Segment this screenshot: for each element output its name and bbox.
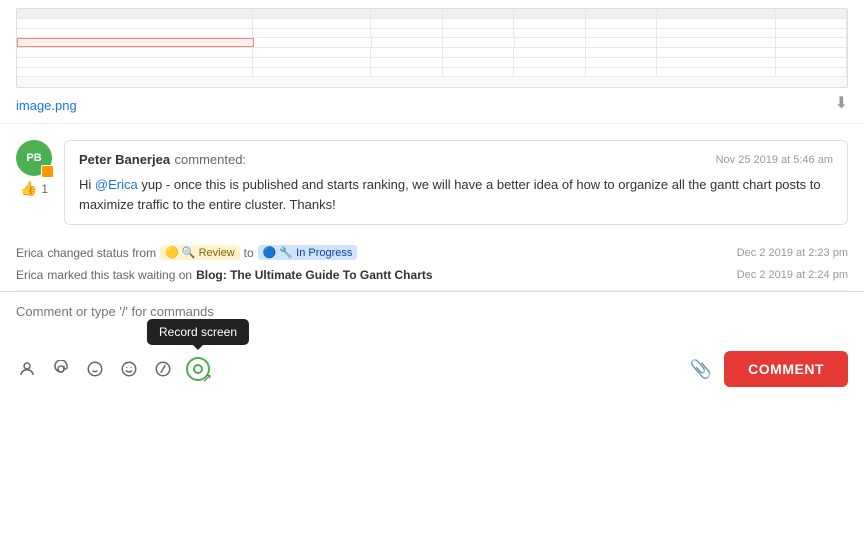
input-toolbar: Record screen ↗ 📎 COMMENT bbox=[16, 347, 848, 387]
like-count: 1 bbox=[41, 182, 48, 196]
comment-text-before: Hi bbox=[79, 177, 95, 192]
record-screen-tooltip-bubble: Record screen bbox=[147, 319, 249, 345]
activity-connector-1: to bbox=[244, 246, 254, 260]
activity-section: Erica changed status from 🟡 🔍 Review to … bbox=[0, 237, 864, 290]
slash-icon[interactable] bbox=[152, 358, 174, 380]
commenter-name: Peter Banerjea bbox=[79, 152, 170, 167]
activity-action-2: marked this task waiting on bbox=[47, 268, 192, 282]
activity-link[interactable]: Blog: The Ultimate Guide To Gantt Charts bbox=[196, 268, 432, 282]
attachment-icon[interactable]: 📎 bbox=[690, 359, 712, 380]
comment-timestamp: Nov 25 2019 at 5:46 am bbox=[716, 154, 833, 166]
emoji-smile-icon[interactable] bbox=[84, 358, 106, 380]
comment-action: commented: bbox=[175, 152, 247, 167]
image-section: image.png ⬇ bbox=[0, 0, 864, 124]
record-screen-icon[interactable]: ↗ bbox=[186, 357, 210, 381]
comment-input[interactable] bbox=[16, 304, 848, 334]
activity-left-2: Erica marked this task waiting on Blog: … bbox=[16, 268, 433, 282]
like-icon[interactable]: 👍 bbox=[20, 180, 37, 197]
status-badge-inprogress: 🔵 🔧 In Progress bbox=[258, 245, 358, 260]
activity-action-1: changed status from bbox=[47, 246, 156, 260]
comment-block: PB 👍 1 Peter Banerjea commented: Nov 25 … bbox=[0, 124, 864, 237]
avatar: PB bbox=[16, 140, 52, 176]
main-container: image.png ⬇ PB 👍 1 Peter Banerjea commen… bbox=[0, 0, 864, 540]
activity-item-2: Erica marked this task waiting on Blog: … bbox=[16, 264, 848, 286]
input-area: Record screen ↗ 📎 COMMENT bbox=[0, 291, 864, 540]
activity-time-2: Dec 2 2019 at 2:24 pm bbox=[737, 269, 848, 281]
mention-icon[interactable] bbox=[50, 358, 72, 380]
comment-content: Peter Banerjea commented: Nov 25 2019 at… bbox=[64, 140, 848, 225]
comment-button[interactable]: COMMENT bbox=[724, 351, 848, 387]
activity-item-1: Erica changed status from 🟡 🔍 Review to … bbox=[16, 241, 848, 264]
activity-time-1: Dec 2 2019 at 2:23 pm bbox=[737, 247, 848, 259]
spreadsheet-preview bbox=[16, 8, 848, 88]
activity-left-1: Erica changed status from 🟡 🔍 Review to … bbox=[16, 245, 357, 260]
record-screen-container: Record screen ↗ bbox=[186, 357, 210, 381]
activity-actor-1: Erica bbox=[16, 246, 43, 260]
emoji-icon[interactable] bbox=[118, 358, 140, 380]
comment-header: Peter Banerjea commented: Nov 25 2019 at… bbox=[79, 151, 833, 169]
person-icon[interactable] bbox=[16, 358, 38, 380]
toolbar-left: Record screen ↗ bbox=[16, 357, 210, 381]
download-icon[interactable]: ⬇ bbox=[835, 93, 848, 113]
avatar-badge bbox=[41, 165, 54, 178]
status-badge-review: 🟡 🔍 Review bbox=[160, 245, 240, 260]
like-section: 👍 1 bbox=[20, 180, 48, 197]
cursor-indicator: ↗ bbox=[202, 371, 212, 385]
comment-text: Hi @Erica yup - once this is published a… bbox=[79, 175, 833, 214]
activity-actor-2: Erica bbox=[16, 268, 43, 282]
image-filename[interactable]: image.png bbox=[16, 98, 77, 113]
comment-mention[interactable]: @Erica bbox=[95, 177, 138, 192]
comment-text-after: yup - once this is published and starts … bbox=[79, 177, 821, 212]
